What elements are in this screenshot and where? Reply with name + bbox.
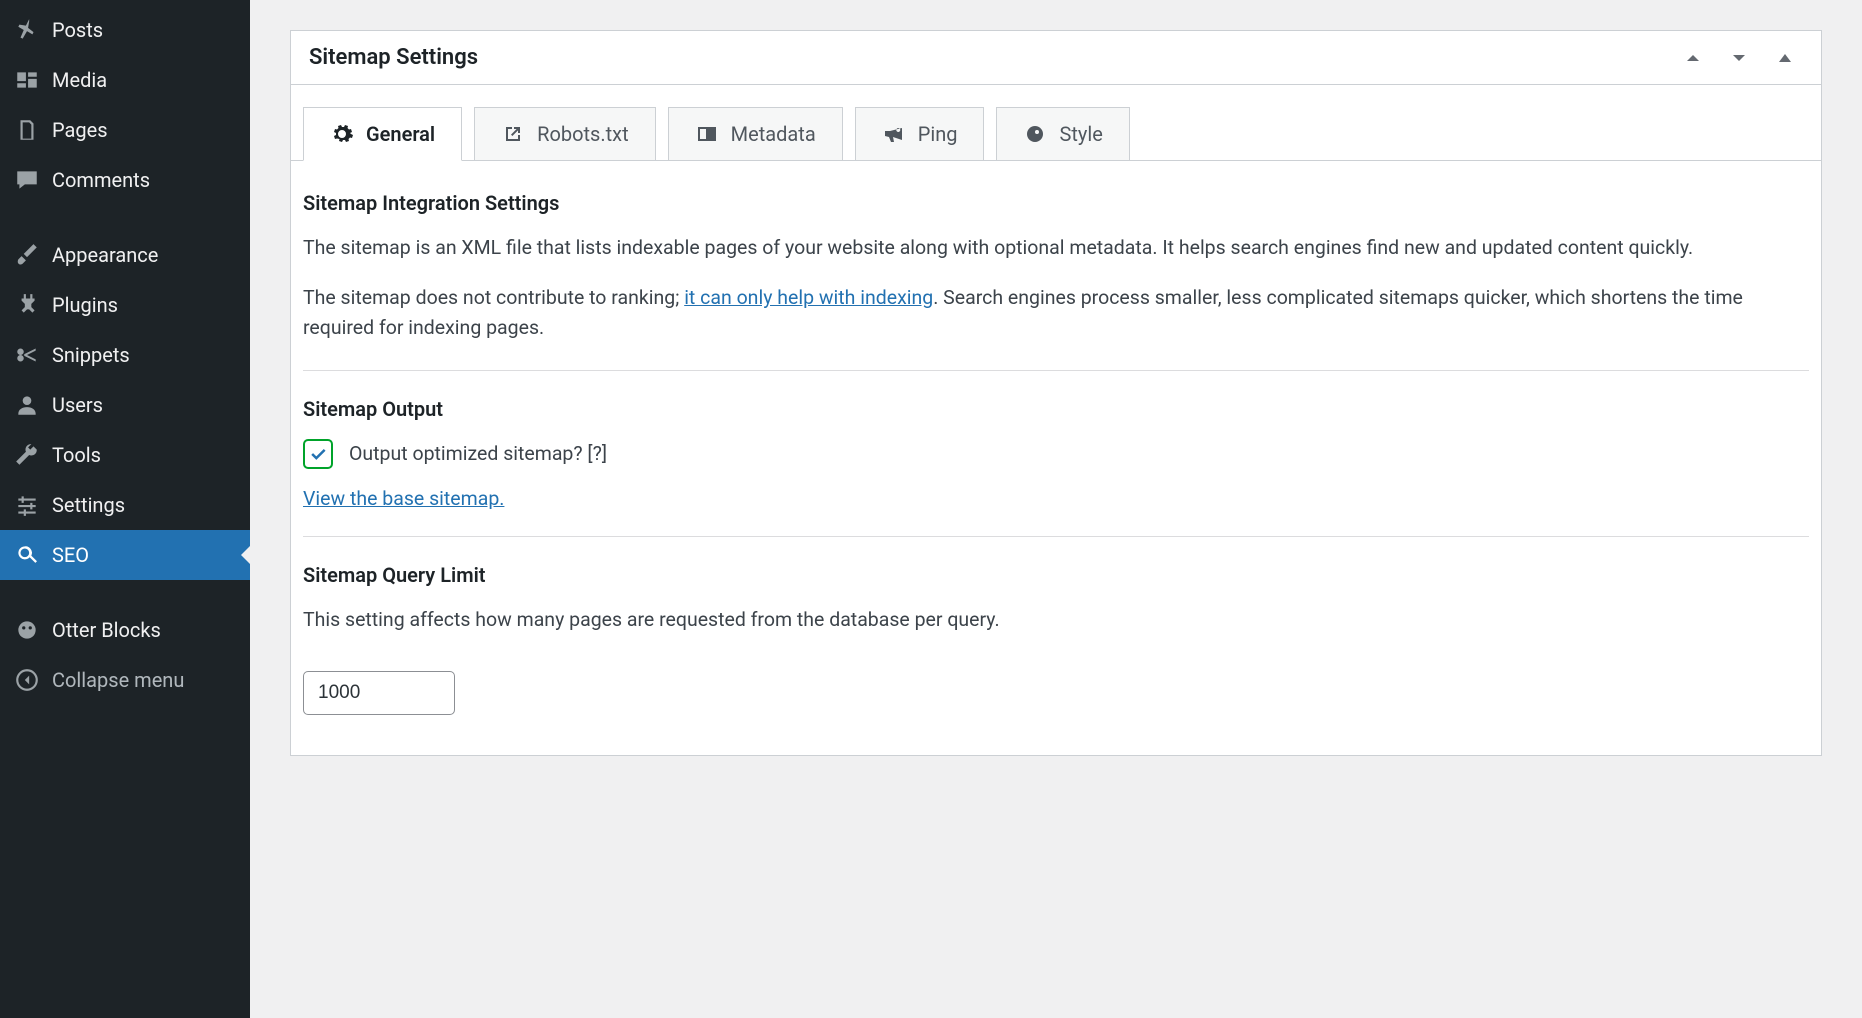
query-limit-input[interactable] bbox=[303, 671, 455, 715]
sidebar-item-snippets[interactable]: Snippets bbox=[0, 330, 250, 380]
integration-description-1: The sitemap is an XML file that lists in… bbox=[303, 233, 1809, 263]
tab-general[interactable]: General bbox=[303, 107, 462, 161]
search-icon bbox=[14, 542, 40, 568]
sidebar-label: Plugins bbox=[52, 293, 118, 317]
query-limit-description: This setting affects how many pages are … bbox=[303, 605, 1809, 635]
plug-icon bbox=[14, 292, 40, 318]
settings-panel: Sitemap Settings General bbox=[290, 30, 1822, 756]
sidebar-spacer bbox=[0, 580, 250, 605]
gear-icon bbox=[330, 122, 354, 146]
disc-icon bbox=[1023, 122, 1047, 146]
sidebar-label: Snippets bbox=[52, 343, 130, 367]
otter-icon bbox=[14, 617, 40, 643]
panel-title: Sitemap Settings bbox=[309, 45, 478, 70]
integration-description-2: The sitemap does not contribute to ranki… bbox=[303, 283, 1809, 343]
sidebar-label: SEO bbox=[52, 543, 89, 567]
tab-content: Sitemap Integration Settings The sitemap… bbox=[291, 161, 1821, 755]
sidebar-item-posts[interactable]: Posts bbox=[0, 5, 250, 55]
sidebar-item-pages[interactable]: Pages bbox=[0, 105, 250, 155]
tab-robots[interactable]: Robots.txt bbox=[474, 107, 656, 160]
sidebar-item-plugins[interactable]: Plugins bbox=[0, 280, 250, 330]
sidebar-label: Otter Blocks bbox=[52, 618, 161, 642]
indexing-help-link[interactable]: it can only help with indexing bbox=[684, 286, 933, 309]
sidebar-label: Appearance bbox=[52, 243, 158, 267]
panel-header: Sitemap Settings bbox=[291, 31, 1821, 85]
tab-label: Style bbox=[1059, 122, 1102, 146]
sidebar-label: Media bbox=[52, 68, 107, 92]
divider bbox=[303, 370, 1809, 371]
move-down-button[interactable] bbox=[1727, 46, 1751, 70]
tab-label: Metadata bbox=[731, 122, 816, 146]
tab-label: Robots.txt bbox=[537, 122, 629, 146]
collapse-icon bbox=[14, 667, 40, 693]
query-limit-heading: Sitemap Query Limit bbox=[303, 563, 1809, 587]
sidebar-label: Comments bbox=[52, 168, 150, 192]
sidebar-item-comments[interactable]: Comments bbox=[0, 155, 250, 205]
brush-icon bbox=[14, 242, 40, 268]
output-heading: Sitemap Output bbox=[303, 397, 1809, 421]
collapse-label: Collapse menu bbox=[52, 668, 184, 692]
sidebar-label: Users bbox=[52, 393, 103, 417]
sidebar-item-users[interactable]: Users bbox=[0, 380, 250, 430]
sidebar-label: Pages bbox=[52, 118, 108, 142]
sidebar-label: Tools bbox=[52, 443, 101, 467]
pin-icon bbox=[14, 17, 40, 43]
sidebar-item-seo[interactable]: SEO bbox=[0, 530, 250, 580]
tab-label: Ping bbox=[918, 122, 958, 146]
integration-heading: Sitemap Integration Settings bbox=[303, 191, 1809, 215]
comment-icon bbox=[14, 167, 40, 193]
output-optimized-checkbox[interactable] bbox=[303, 439, 333, 469]
output-checkbox-row: Output optimized sitemap? [?] bbox=[303, 439, 1809, 469]
card-icon bbox=[695, 122, 719, 146]
text-fragment: The sitemap does not contribute to ranki… bbox=[303, 286, 684, 309]
megaphone-icon bbox=[882, 122, 906, 146]
tab-bar: General Robots.txt Metadata Ping bbox=[291, 85, 1821, 161]
sidebar-spacer bbox=[0, 205, 250, 230]
move-up-button[interactable] bbox=[1681, 46, 1705, 70]
sidebar-label: Posts bbox=[52, 18, 103, 42]
sidebar-item-tools[interactable]: Tools bbox=[0, 430, 250, 480]
wrench-icon bbox=[14, 442, 40, 468]
sidebar-label: Settings bbox=[52, 493, 125, 517]
scissors-icon bbox=[14, 342, 40, 368]
checkbox-label: Output optimized sitemap? [?] bbox=[349, 442, 607, 465]
sliders-icon bbox=[14, 492, 40, 518]
divider bbox=[303, 536, 1809, 537]
collapse-menu-button[interactable]: Collapse menu bbox=[0, 655, 250, 705]
tab-metadata[interactable]: Metadata bbox=[668, 107, 843, 160]
admin-sidebar: Posts Media Pages Comments Appearance Pl… bbox=[0, 0, 250, 1018]
view-sitemap-link[interactable]: View the base sitemap. bbox=[303, 487, 504, 510]
tab-style[interactable]: Style bbox=[996, 107, 1129, 160]
tab-label: General bbox=[366, 122, 435, 146]
pages-icon bbox=[14, 117, 40, 143]
sidebar-item-settings[interactable]: Settings bbox=[0, 480, 250, 530]
collapse-toggle-button[interactable] bbox=[1773, 46, 1797, 70]
tab-ping[interactable]: Ping bbox=[855, 107, 985, 160]
sidebar-item-media[interactable]: Media bbox=[0, 55, 250, 105]
sidebar-item-appearance[interactable]: Appearance bbox=[0, 230, 250, 280]
sidebar-item-otter-blocks[interactable]: Otter Blocks bbox=[0, 605, 250, 655]
user-icon bbox=[14, 392, 40, 418]
media-icon bbox=[14, 67, 40, 93]
share-icon bbox=[501, 122, 525, 146]
panel-controls bbox=[1681, 46, 1803, 70]
main-content: Sitemap Settings General bbox=[250, 0, 1862, 1018]
